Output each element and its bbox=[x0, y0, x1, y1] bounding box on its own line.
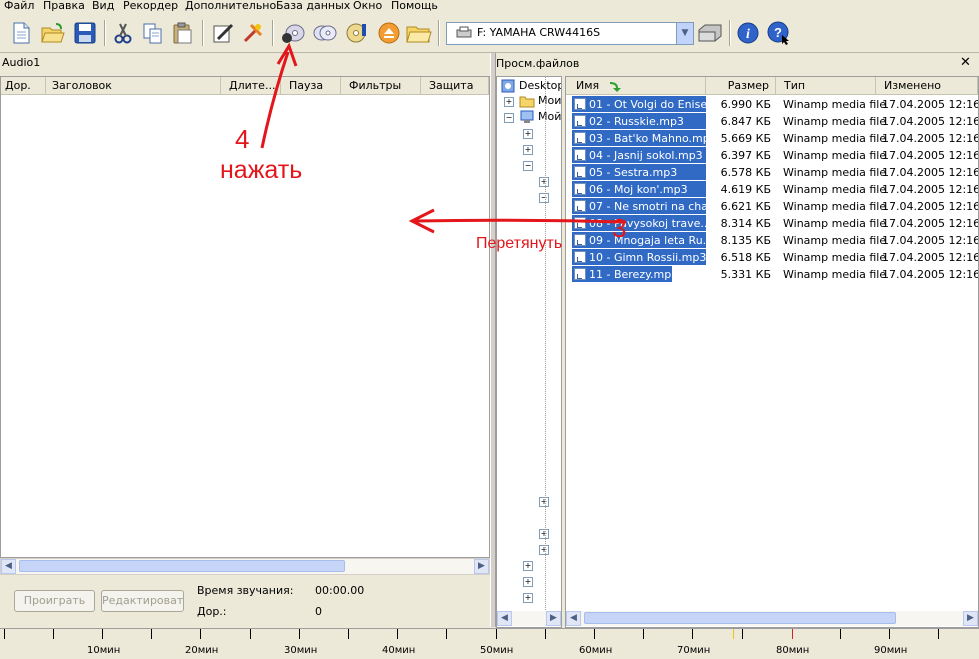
annotation-step4-number: 4 bbox=[235, 124, 250, 154]
annotation-step4-text: нажать bbox=[220, 156, 303, 184]
annotation-arrows bbox=[260, 42, 627, 234]
arrow-step3 bbox=[413, 218, 627, 224]
annotation-step3-text: Перетянуть bbox=[476, 235, 563, 252]
arrow-step4 bbox=[260, 51, 290, 149]
annotation-step3-number: 3 bbox=[612, 213, 627, 243]
